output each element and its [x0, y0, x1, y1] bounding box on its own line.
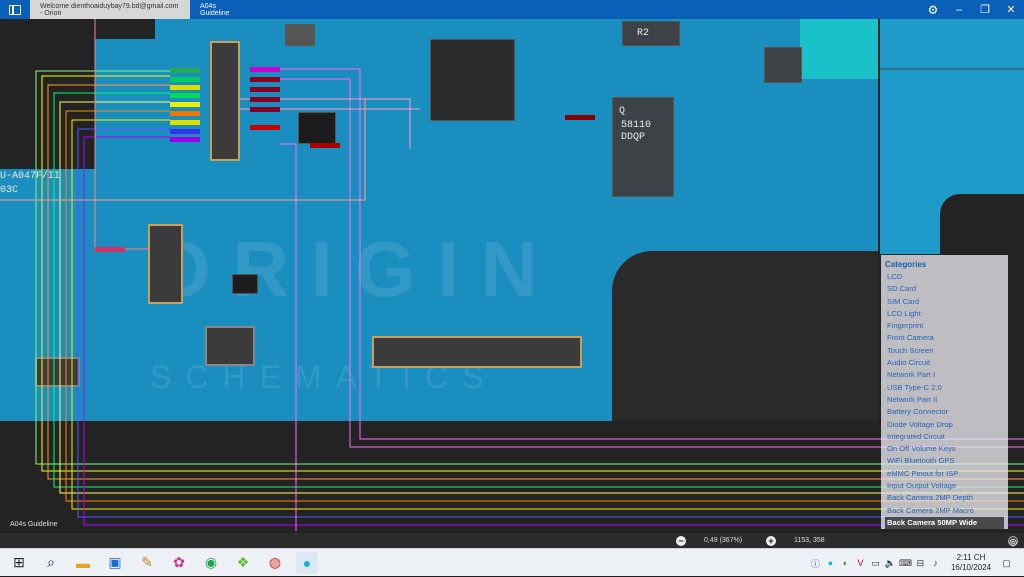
- category-back-camera-wide[interactable]: Back Camera 50MP Wide: [885, 516, 1004, 530]
- category-on-off-volume-keys[interactable]: On Off Volume Keys: [885, 443, 1004, 455]
- tripadvisor-icon[interactable]: ◉: [200, 552, 222, 574]
- category-network-part-1[interactable]: Network Part I: [885, 369, 1004, 381]
- categories-title: Categories: [885, 260, 927, 269]
- pin-label[interactable]: [170, 77, 200, 82]
- pin-label[interactable]: [95, 247, 125, 252]
- category-input-output-voltage[interactable]: Input Output Voltage: [885, 480, 1004, 492]
- windows-start-icon[interactable]: ⊞: [8, 552, 30, 574]
- zoom-level: 0,49 (367%): [704, 537, 743, 544]
- app-layout-icon[interactable]: [0, 0, 30, 19]
- pin-label[interactable]: [310, 143, 340, 148]
- category-emmc-pinout[interactable]: eMMC Pinout for ISP: [885, 468, 1004, 480]
- clock-time: 2:11 CH: [956, 553, 986, 562]
- pin-label[interactable]: [170, 129, 200, 134]
- search-icon[interactable]: ⌕: [40, 552, 62, 574]
- file-explorer-icon[interactable]: ▬: [72, 552, 94, 574]
- zoom-out-icon[interactable]: −: [676, 535, 686, 546]
- pin-label[interactable]: [565, 115, 595, 120]
- vietkey-icon[interactable]: V: [855, 558, 866, 569]
- pin-label[interactable]: [250, 97, 280, 102]
- volume-icon[interactable]: 🔈: [885, 558, 896, 569]
- notification-icon[interactable]: ▢: [1001, 558, 1012, 569]
- cursor-coordinates: 1153, 358: [794, 537, 825, 544]
- title-bar: Welcome dienthoaiduybay79.bd@gmail.com -…: [0, 0, 1024, 19]
- monitor-icon[interactable]: ▭: [870, 558, 881, 569]
- system-tray: ⓘ ● ◐ V ▭ 🔈 ⌨ ⊟ ♪ 2:11 CH 16/10/2024 ▢: [808, 549, 1024, 577]
- categories-panel: Categories LCD SD Card SIM Card LCD Ligh…: [881, 255, 1008, 530]
- pin-label[interactable]: [170, 102, 200, 107]
- orion-tray-icon[interactable]: ●: [825, 558, 836, 569]
- category-lcd-light[interactable]: LCD Light: [885, 308, 1004, 320]
- shield-icon[interactable]: ◐: [840, 558, 851, 569]
- store-icon[interactable]: ▣: [104, 552, 126, 574]
- chrome-icon[interactable]: ◍: [264, 552, 286, 574]
- category-diode-voltage-drop[interactable]: Diode Voltage Drop: [885, 419, 1004, 431]
- category-wifi-bluetooth-gps[interactable]: WiFi Bluetooth GPS: [885, 455, 1004, 467]
- category-front-camera[interactable]: Front Camera: [885, 332, 1004, 344]
- zoom-in-icon[interactable]: +: [766, 535, 776, 546]
- orion-icon[interactable]: ●: [296, 551, 318, 574]
- paint-icon[interactable]: ✎: [136, 552, 158, 574]
- category-sim-card[interactable]: SIM Card: [885, 296, 1004, 308]
- category-lcd[interactable]: LCD: [885, 271, 1004, 283]
- speaker-icon[interactable]: ♪: [930, 558, 941, 569]
- category-fingerprint[interactable]: Fingerprint: [885, 320, 1004, 332]
- category-back-camera-depth[interactable]: Back Camera 2MP Depth: [885, 492, 1004, 504]
- pin-label[interactable]: [250, 77, 280, 82]
- tab-welcome[interactable]: Welcome dienthoaiduybay79.bd@gmail.com -…: [30, 0, 190, 19]
- language-icon[interactable]: ⌨: [899, 558, 912, 569]
- pin-label[interactable]: [170, 85, 200, 90]
- category-audio-circuit[interactable]: Audio Circuit: [885, 357, 1004, 369]
- category-network-part-2[interactable]: Network Part II: [885, 394, 1004, 406]
- pin-label[interactable]: [170, 137, 200, 142]
- category-sd-card[interactable]: SD Card: [885, 283, 1004, 295]
- close-icon[interactable]: ✕: [998, 0, 1024, 19]
- minimize-icon[interactable]: –: [946, 0, 972, 19]
- signal-trace-overlay: [0, 19, 1024, 531]
- restore-icon[interactable]: ❐: [972, 0, 998, 19]
- photos-icon[interactable]: ✿: [168, 552, 190, 574]
- pin-label[interactable]: [250, 67, 280, 72]
- gear-icon[interactable]: ⚙: [920, 0, 946, 19]
- globe-icon[interactable]: ◎: [1008, 535, 1018, 547]
- pin-label[interactable]: [170, 93, 200, 98]
- category-integrated-circuit[interactable]: Integrated Circuit: [885, 431, 1004, 443]
- category-back-camera-macro[interactable]: Back Camera 2MP Macro: [885, 505, 1004, 517]
- category-usb-type-c[interactable]: USB Type-C 2.0: [885, 382, 1004, 394]
- canvas-footer-label: A04s Guideline: [10, 521, 58, 528]
- taskbar: ⊞ ⌕ ▬ ▣ ✎ ✿ ◉ ❖ ◍ ● ⓘ ● ◐ V ▭ 🔈 ⌨ ⊟ ♪ 2:…: [0, 548, 1024, 576]
- pin-label[interactable]: [170, 120, 200, 125]
- tab-a04s-guideline[interactable]: A04s Guideline: [190, 0, 248, 19]
- app-icon[interactable]: ❖: [232, 552, 254, 574]
- status-bar: − 0,49 (367%) + 1153, 358 ◎: [0, 533, 1024, 548]
- clock[interactable]: 2:11 CH 16/10/2024: [951, 553, 991, 573]
- info-icon[interactable]: ⓘ: [810, 558, 821, 569]
- title-bar-drag-area[interactable]: [248, 0, 920, 19]
- pin-label[interactable]: [170, 68, 200, 73]
- pin-label[interactable]: [250, 125, 280, 130]
- schematic-canvas[interactable]: ORIGIN SCHEMATICS Q 58110 DDQP R2 U-A047…: [0, 19, 1024, 533]
- network-icon[interactable]: ⊟: [915, 558, 926, 569]
- clock-date: 16/10/2024: [950, 563, 991, 572]
- pin-label[interactable]: [170, 111, 200, 116]
- category-battery-connector[interactable]: Battery Connector: [885, 406, 1004, 418]
- pin-label[interactable]: [250, 107, 280, 112]
- pin-label[interactable]: [250, 87, 280, 92]
- category-touch-screen[interactable]: Touch Screen: [885, 345, 1004, 357]
